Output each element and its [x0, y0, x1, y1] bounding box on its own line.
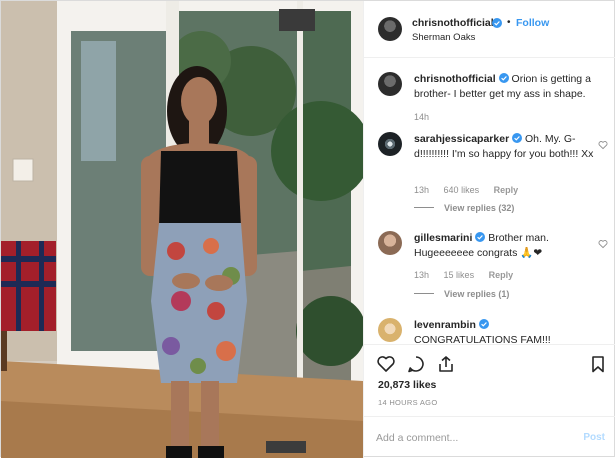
comment-like-heart-icon[interactable] [598, 239, 608, 249]
comment-time: 13h [414, 185, 430, 195]
likes-count[interactable]: 20,873 likes [378, 379, 436, 391]
commenter-avatar[interactable] [378, 318, 402, 342]
reply-button[interactable]: Reply [489, 270, 514, 280]
photo-illustration [1, 1, 363, 458]
view-replies-label: View replies (1) [444, 289, 510, 299]
instagram-post-modal: chrisnothofficial • Follow Sherman Oaks … [0, 0, 615, 458]
heart-icon[interactable] [376, 354, 396, 374]
replies-line [414, 293, 434, 294]
separator-dot: • [507, 17, 511, 28]
commenter-avatar[interactable] [378, 132, 402, 156]
comment-username[interactable]: levenrambin [414, 319, 476, 331]
verified-badge-icon [478, 319, 489, 329]
comment-body: gillesmarini Brother man. Hugeeeeeee con… [414, 231, 594, 261]
caption-body: chrisnothofficial Orion is getting a bro… [414, 72, 594, 102]
comment-time: 13h [414, 270, 430, 280]
comment-input[interactable] [376, 429, 566, 447]
comment-meta: 13h 15 likes Reply [414, 270, 525, 280]
comment-meta: 13h 640 likes Reply [414, 185, 530, 195]
comment-item: gillesmarini Brother man. Hugeeeeeee con… [378, 231, 608, 311]
caption-author-avatar[interactable] [378, 72, 402, 96]
comment-text: CONGRATULATIONS FAM!!! [414, 334, 551, 344]
view-replies-label: View replies (32) [444, 203, 515, 213]
replies-line [414, 207, 434, 208]
follow-button[interactable]: Follow [516, 17, 549, 29]
comment-username[interactable]: gillesmarini [414, 232, 472, 244]
comment-likes[interactable]: 640 likes [444, 185, 480, 195]
caption-meta: 14h [414, 112, 441, 122]
post-header: chrisnothofficial • Follow Sherman Oaks [364, 1, 615, 58]
comment-item: levenrambin CONGRATULATIONS FAM!!! [378, 318, 608, 344]
comment-likes[interactable]: 15 likes [444, 270, 475, 280]
view-replies-toggle[interactable]: View replies (1) [414, 289, 509, 299]
verified-badge-icon [475, 232, 486, 242]
post-comment-button[interactable]: Post [583, 432, 605, 443]
post-location[interactable]: Sherman Oaks [412, 32, 475, 43]
view-replies-toggle[interactable]: View replies (32) [414, 203, 514, 213]
share-icon[interactable] [436, 354, 456, 374]
reply-button[interactable]: Reply [494, 185, 519, 195]
author-avatar[interactable] [378, 17, 402, 41]
verified-badge-icon [498, 73, 509, 83]
verified-badge-icon [492, 18, 502, 28]
author-username[interactable]: chrisnothofficial [412, 17, 494, 29]
post-timestamp[interactable]: 14 HOURS AGO [378, 398, 437, 407]
bookmark-icon[interactable] [588, 354, 608, 374]
caption-username[interactable]: chrisnothofficial [414, 73, 496, 85]
comments-list[interactable]: chrisnothofficial Orion is getting a bro… [364, 58, 615, 344]
commenter-avatar[interactable] [378, 231, 402, 255]
comment-like-heart-icon[interactable] [598, 140, 608, 150]
post-details-panel: chrisnothofficial • Follow Sherman Oaks … [363, 1, 615, 458]
post-actions: 20,873 likes 14 HOURS AGO [364, 344, 615, 416]
caption-time: 14h [414, 112, 430, 122]
verified-badge-icon [512, 133, 523, 143]
comment-username[interactable]: sarahjessicaparker [414, 133, 509, 145]
comment-item: sarahjessicaparker Oh. My. G-d!!!!!!!!!!… [378, 132, 608, 222]
comment-body: levenrambin CONGRATULATIONS FAM!!! [414, 318, 594, 344]
comment-icon[interactable] [406, 354, 426, 374]
post-photo[interactable] [1, 1, 363, 458]
comment-body: sarahjessicaparker Oh. My. G-d!!!!!!!!!!… [414, 132, 594, 162]
add-comment-bar: Post [364, 416, 615, 458]
